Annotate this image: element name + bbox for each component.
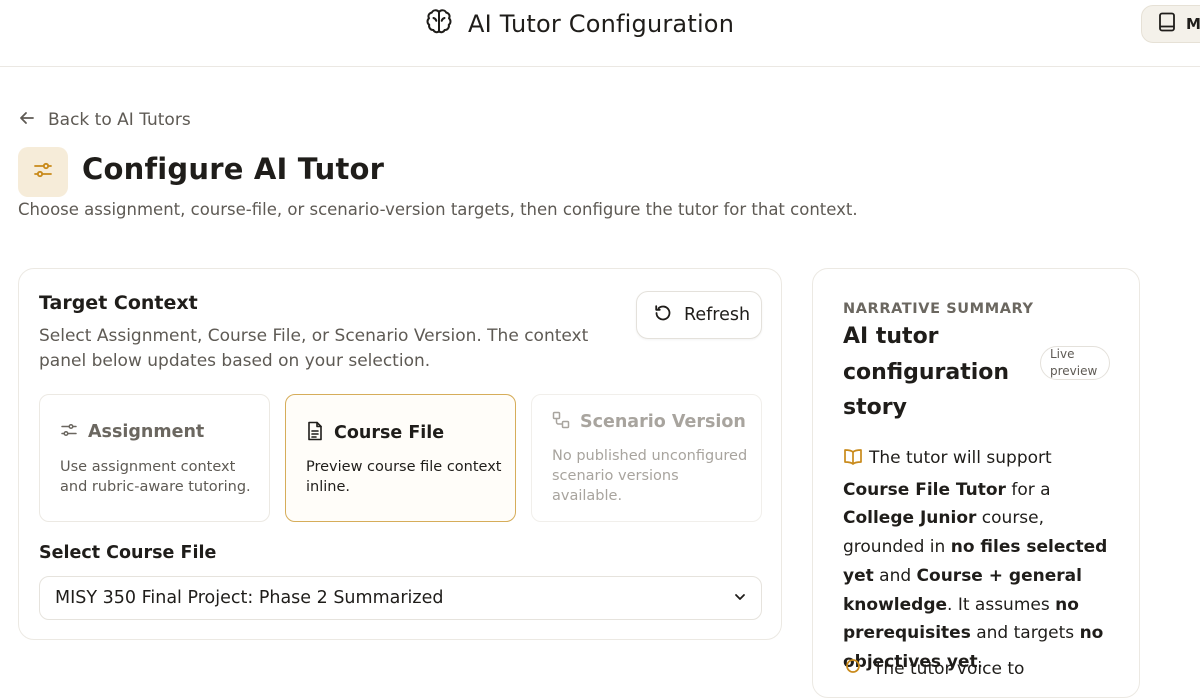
app-title-text: AI Tutor Configuration xyxy=(468,10,735,38)
summary-text-6: and targets xyxy=(976,623,1075,644)
summary-tutor-type: Course File Tutor xyxy=(843,479,1006,500)
summary-title: AI tutor configuration story xyxy=(843,324,1010,420)
summary-text-2: for a xyxy=(1011,479,1051,500)
option-assignment-description: Use assignment context and rubric-aware … xyxy=(60,459,251,495)
top-right-button[interactable]: M xyxy=(1141,5,1200,43)
back-link-label: Back to AI Tutors xyxy=(48,110,191,130)
book-icon xyxy=(1158,12,1176,36)
course-file-select-value: MISY 350 Final Project: Phase 2 Summariz… xyxy=(55,588,444,608)
bullet-icon xyxy=(843,657,863,680)
option-course-file-description: Preview course file context inline. xyxy=(306,459,502,495)
page-subtitle: Choose assignment, course-file, or scena… xyxy=(18,200,858,219)
summary-text-5: . It assumes xyxy=(947,594,1050,615)
brain-icon xyxy=(424,7,454,41)
target-context-description: Select Assignment, Course File, or Scena… xyxy=(39,326,589,371)
back-to-tutors-link[interactable]: Back to AI Tutors xyxy=(18,107,191,133)
page-title: Configure AI Tutor xyxy=(82,152,385,186)
app-title: AI Tutor Configuration xyxy=(424,8,734,40)
option-course-file-label: Course File xyxy=(334,423,445,443)
narrative-summary-card: NARRATIVE SUMMARY AI tutor configuration… xyxy=(812,268,1140,698)
option-course-file-header: Course File xyxy=(306,421,444,445)
arrow-left-icon xyxy=(18,109,36,131)
select-course-file-label: Select Course File xyxy=(39,543,217,563)
summary-text-1: The tutor will support xyxy=(869,448,1052,468)
top-right-button-label: M xyxy=(1186,15,1200,33)
summary-body: The tutor will support Course File Tutor… xyxy=(843,444,1123,677)
option-scenario-version-header: Scenario Version xyxy=(552,411,746,433)
option-course-file[interactable]: Course File Preview course file context … xyxy=(285,394,516,522)
target-context-title: Target Context xyxy=(39,292,198,314)
summary-text-4: and xyxy=(879,565,912,586)
option-scenario-version-description: No published unconfigured scenario versi… xyxy=(552,448,748,504)
course-file-select[interactable]: MISY 350 Final Project: Phase 2 Summariz… xyxy=(39,576,762,620)
file-text-icon xyxy=(306,421,324,445)
book-open-icon xyxy=(843,447,863,476)
option-assignment[interactable]: Assignment Use assignment context and ru… xyxy=(39,394,270,522)
option-scenario-version: Scenario Version No published unconfigur… xyxy=(531,394,762,522)
top-bar: AI Tutor Configuration M xyxy=(0,0,1200,67)
live-preview-badge-line1: Live xyxy=(1050,347,1075,361)
live-preview-badge: Live preview xyxy=(1040,346,1110,380)
refresh-label: Refresh xyxy=(684,305,751,325)
live-preview-badge-line2: preview xyxy=(1050,364,1098,378)
option-assignment-header: Assignment xyxy=(60,421,204,443)
refresh-icon xyxy=(653,303,673,327)
summary-next-line: The tutor voice to xyxy=(843,657,1024,680)
sliders-icon xyxy=(31,158,55,186)
workflow-icon xyxy=(552,411,570,433)
summary-next-text: The tutor voice to xyxy=(873,658,1025,679)
sliders-icon xyxy=(60,421,78,443)
summary-level: College Junior xyxy=(843,508,977,529)
target-context-card: Target Context Select Assignment, Course… xyxy=(18,268,782,640)
refresh-button[interactable]: Refresh xyxy=(636,291,762,339)
option-scenario-version-label: Scenario Version xyxy=(580,412,746,432)
chevron-down-icon xyxy=(733,589,747,608)
summary-eyebrow: NARRATIVE SUMMARY xyxy=(843,301,1034,317)
page-sliders-icon xyxy=(18,147,68,197)
option-assignment-label: Assignment xyxy=(88,422,205,442)
